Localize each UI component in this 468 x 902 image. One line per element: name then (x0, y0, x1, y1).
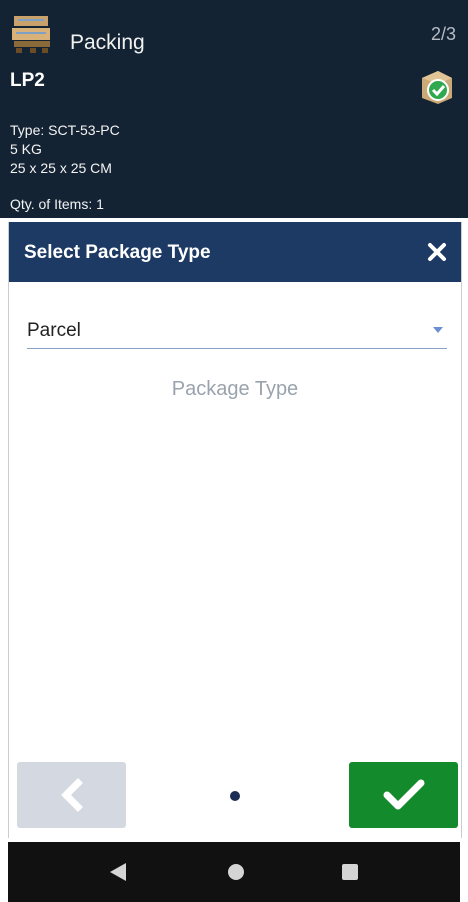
package-weight-line: 5 KG (10, 141, 42, 157)
close-icon (428, 243, 446, 261)
box-check-icon (418, 68, 456, 106)
dialog-header: Select Package Type (9, 222, 461, 282)
app-title: Packing (70, 31, 145, 54)
chevron-left-icon (60, 778, 83, 812)
package-type-select[interactable]: Parcel (27, 318, 447, 349)
system-navigation-bar (8, 842, 460, 902)
page-counter: 2/3 (430, 24, 456, 44)
page-indicator-dot (230, 791, 240, 801)
dialog-title: Select Package Type (24, 242, 211, 263)
back-button[interactable] (17, 762, 126, 828)
pallet-boxes-icon (10, 12, 58, 56)
dropdown-arrow-icon (433, 327, 443, 333)
close-button[interactable] (421, 236, 453, 268)
package-type-line: Type: SCT-53-PC (10, 122, 120, 138)
package-type-label: Package Type (171, 378, 299, 400)
nav-back-icon[interactable] (110, 863, 126, 886)
package-dimensions-line: 25 x 25 x 25 CM (10, 160, 112, 176)
nav-home-icon[interactable] (228, 864, 244, 880)
nav-recents-icon[interactable] (342, 864, 358, 880)
select-package-type-dialog: Select Package Type Parcel Package Type (8, 222, 462, 838)
item-quantity-line: Qty. of Items: 1 (10, 196, 104, 212)
confirm-button[interactable] (349, 762, 458, 828)
lp-title: LP2 (10, 70, 45, 91)
app-header: Packing 2/3 LP2 Type: SCT-53-PC 5 KG 25 … (0, 0, 468, 218)
package-type-value: Parcel (27, 320, 81, 341)
checkmark-icon (383, 779, 424, 810)
